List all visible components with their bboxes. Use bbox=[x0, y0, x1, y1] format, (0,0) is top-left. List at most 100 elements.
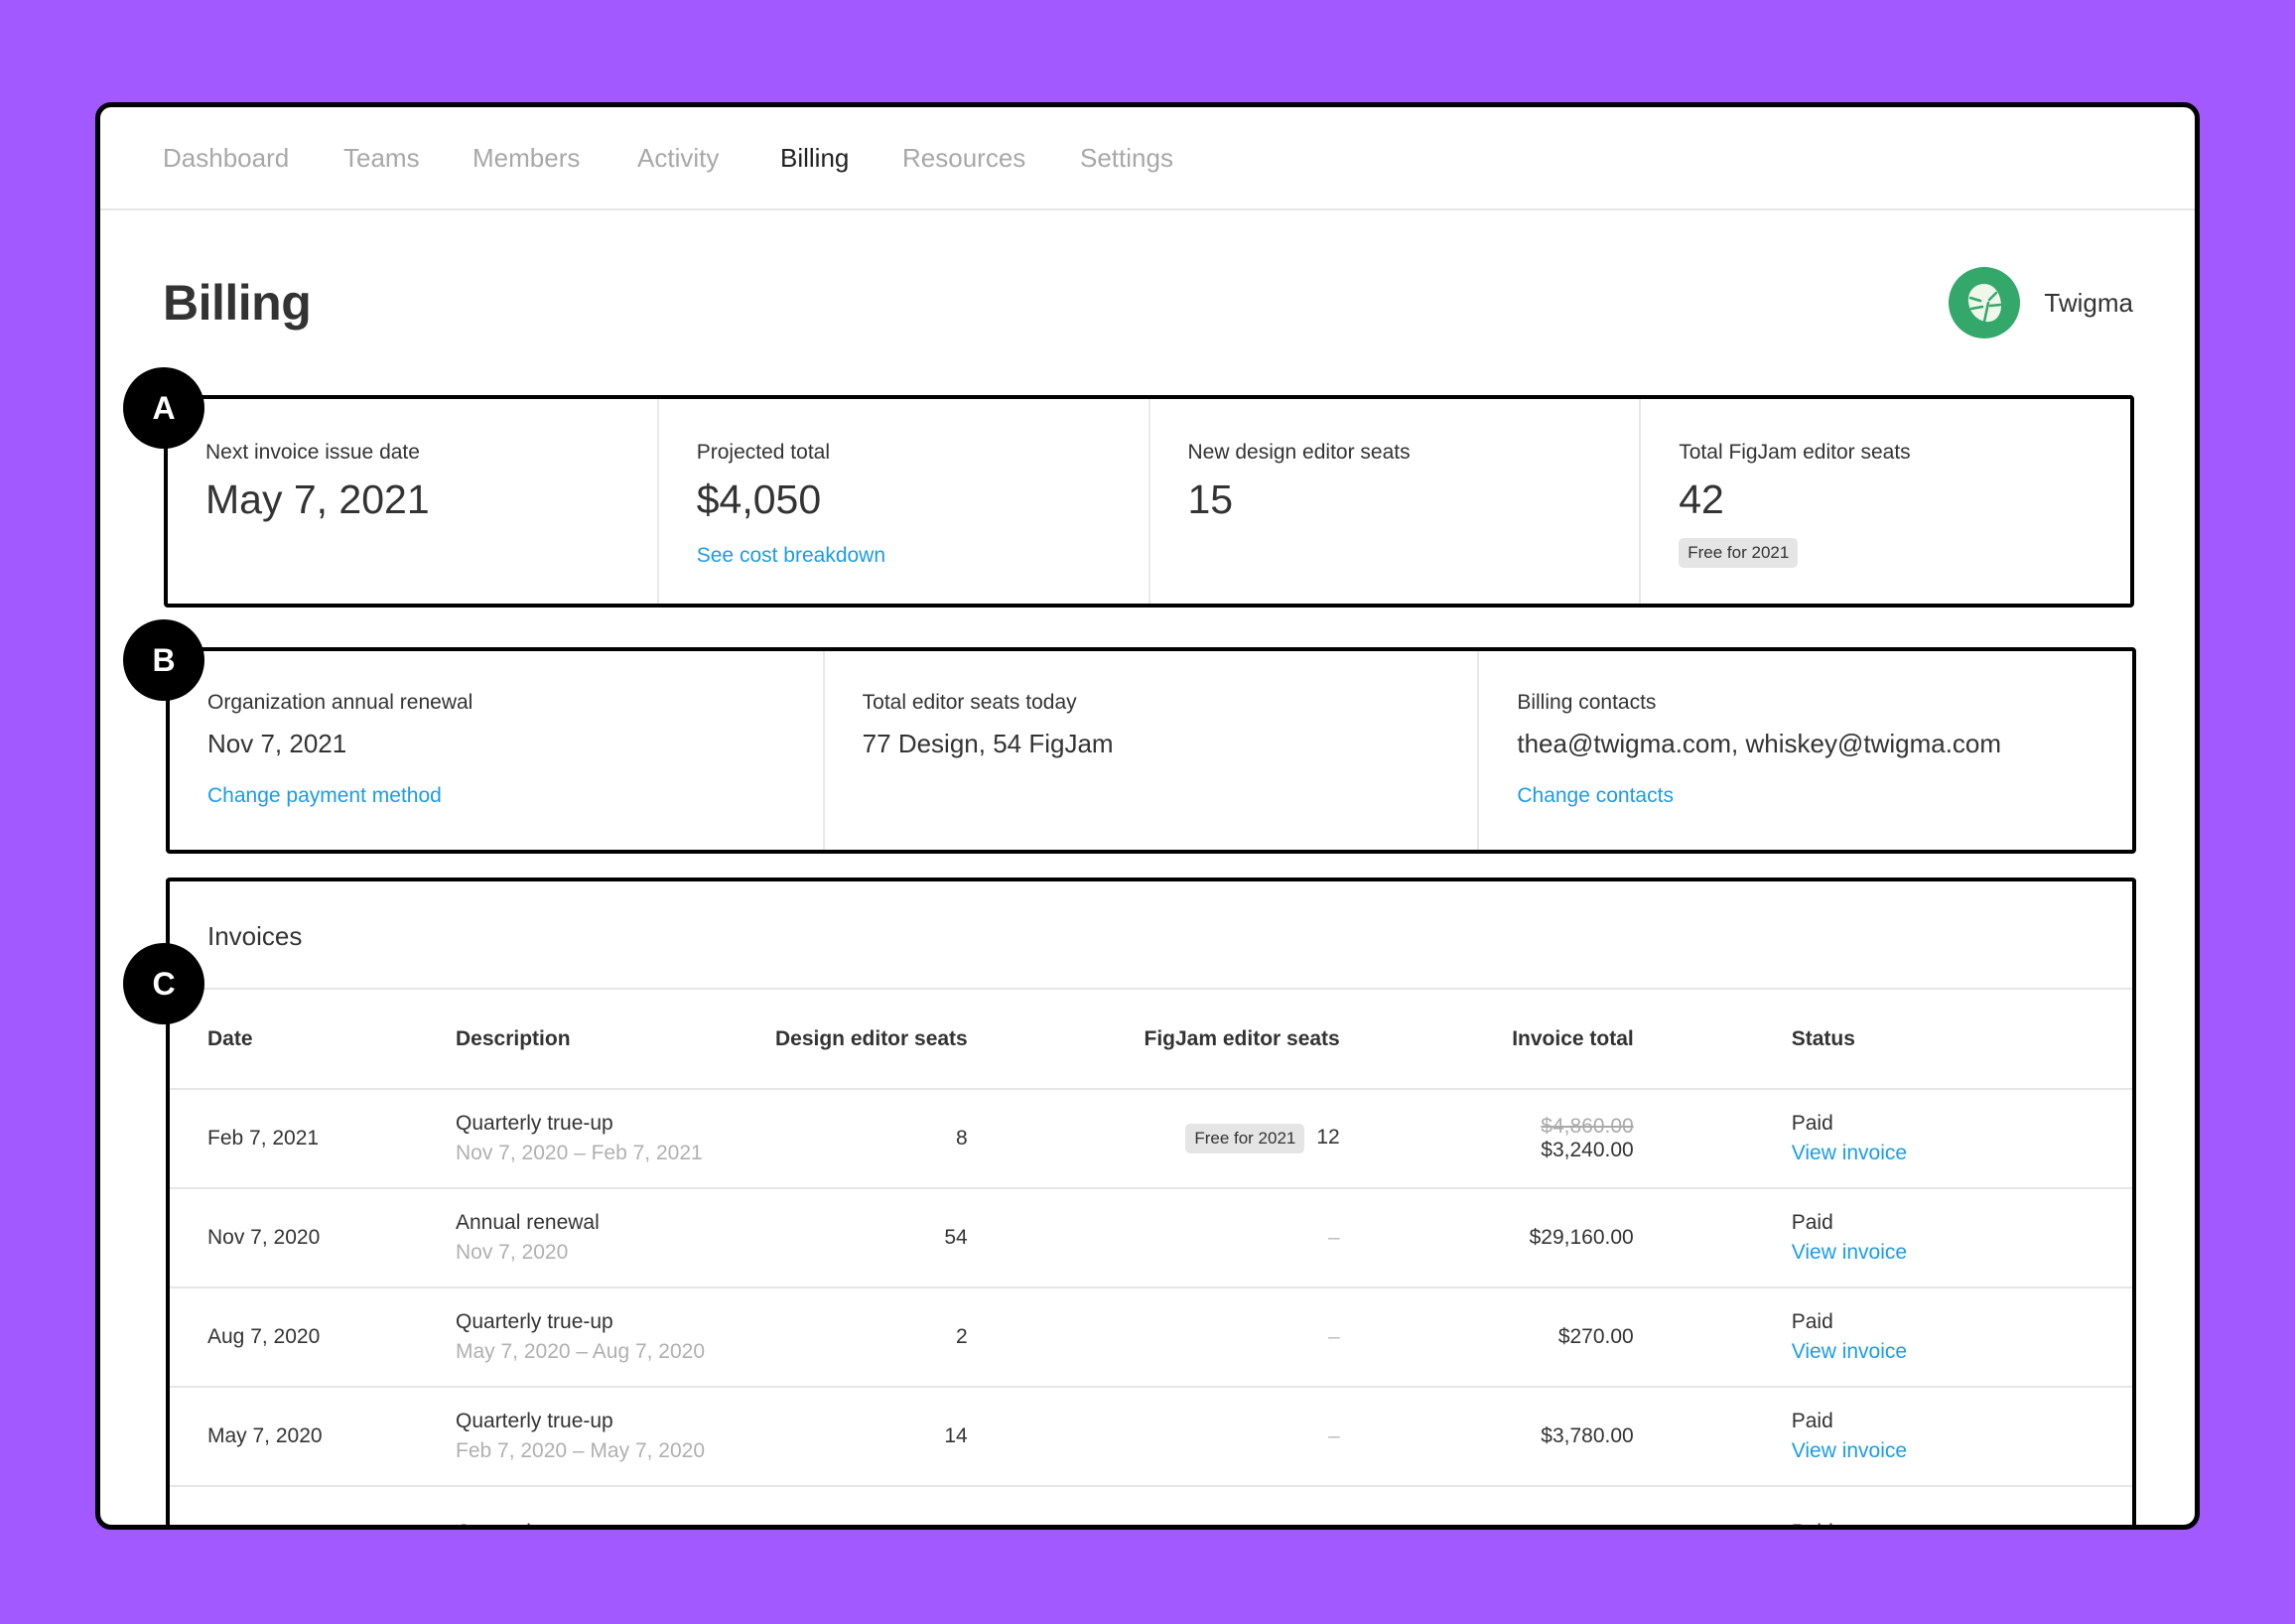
cell-figjam-seats: – bbox=[968, 1386, 1341, 1486]
cell-invoice-total: $4,860.00 $3,240.00 bbox=[1340, 1088, 1635, 1188]
nav-billing[interactable]: Billing bbox=[780, 143, 849, 174]
cell-design-seats: 2 bbox=[774, 1286, 969, 1387]
org-switcher[interactable]: Twigma bbox=[1949, 266, 2133, 339]
cell-date: Aug 7, 2020 bbox=[170, 1286, 455, 1387]
billing-summary-card: Next invoice issue date May 7, 2021 Proj… bbox=[164, 395, 2134, 608]
cell-invoice-total: $29,160.00 bbox=[1340, 1187, 1635, 1287]
nav-resources[interactable]: Resources bbox=[902, 143, 1025, 174]
figjam-seats-stat: Total FigJam editor seats 42 Free for 20… bbox=[1641, 399, 2130, 604]
seats-today-detail: Total editor seats today 77 Design, 54 F… bbox=[825, 651, 1480, 850]
new-design-seats-stat: New design editor seats 15 bbox=[1150, 399, 1642, 604]
view-invoice-link[interactable]: View invoice bbox=[1792, 1241, 2131, 1265]
stat-value: $4,050 bbox=[696, 476, 822, 522]
cell-status: Paid View invoice bbox=[1634, 1386, 2132, 1486]
detail-value: 77 Design, 54 FigJam bbox=[862, 729, 1114, 758]
status-text: Paid bbox=[1792, 1521, 1833, 1525]
cell-design-seats: 14 bbox=[774, 1386, 969, 1486]
table-row: May 7, 2020 Quarterly true-up Feb 7, 2020… bbox=[170, 1386, 2132, 1486]
nav-dashboard[interactable]: Dashboard bbox=[163, 143, 289, 174]
badge-wrap: Free for 2021 bbox=[1679, 538, 1799, 568]
view-invoice-link[interactable]: View invoice bbox=[1792, 1340, 2131, 1364]
org-name: Twigma bbox=[2044, 287, 2133, 318]
table-row: Feb 7, 2020 Quarterly true-up 5 – $2,050… bbox=[170, 1485, 2132, 1525]
nav-settings[interactable]: Settings bbox=[1080, 143, 1173, 174]
total-value: $3,240.00 bbox=[1541, 1139, 1634, 1161]
annotation-badge-a: A bbox=[123, 367, 204, 449]
monstera-leaf-icon bbox=[1968, 284, 2002, 324]
org-avatar bbox=[1949, 267, 2021, 338]
cell-design-seats: 8 bbox=[774, 1088, 969, 1188]
billing-details-card: Organization annual renewal Nov 7, 2021 … bbox=[166, 647, 2136, 854]
cell-status: Paid View invoice bbox=[1634, 1088, 2132, 1188]
billing-contacts-detail: Billing contacts thea@twigma.com, whiske… bbox=[1479, 651, 2132, 850]
change-contacts-link[interactable]: Change contacts bbox=[1517, 784, 1674, 808]
renewal-detail: Organization annual renewal Nov 7, 2021 … bbox=[170, 651, 825, 850]
col-header-figjam-seats[interactable]: FigJam editor seats bbox=[968, 990, 1341, 1090]
stat-label: Projected total bbox=[696, 441, 830, 464]
cell-description: Quarterly true-up May 7, 2020 – Aug 7, 20… bbox=[455, 1286, 774, 1387]
cell-date: May 7, 2020 bbox=[170, 1386, 455, 1486]
free-badge: Free for 2021 bbox=[1185, 1124, 1305, 1153]
nav-teams[interactable]: Teams bbox=[343, 143, 420, 174]
nav-activity[interactable]: Activity bbox=[637, 143, 719, 174]
status-text: Paid bbox=[1791, 1211, 1833, 1234]
figjam-seats-value: 12 bbox=[1316, 1126, 1340, 1149]
description-text: Quarterly true-up bbox=[456, 1310, 613, 1333]
view-invoice-link[interactable]: View invoice bbox=[1792, 1142, 2131, 1165]
col-header-status[interactable]: Status bbox=[1634, 990, 2132, 1090]
nav-members[interactable]: Members bbox=[472, 143, 580, 174]
invoices-title: Invoices bbox=[207, 921, 303, 951]
stat-value: 42 bbox=[1679, 476, 1724, 522]
detail-label: Organization annual renewal bbox=[207, 691, 473, 714]
cell-status: Paid bbox=[1634, 1485, 2132, 1525]
cell-description: Quarterly true-up Nov 7, 2020 – Feb 7, 20… bbox=[455, 1088, 774, 1188]
stat-label: New design editor seats bbox=[1187, 441, 1411, 464]
cell-description: Quarterly true-up bbox=[455, 1485, 774, 1525]
col-header-description[interactable]: Description bbox=[455, 990, 774, 1090]
page-title: Billing bbox=[163, 275, 312, 331]
table-row: Nov 7, 2020 Annual renewal Nov 7, 2020 54… bbox=[170, 1187, 2132, 1287]
detail-label: Billing contacts bbox=[1517, 691, 1657, 714]
cell-date: Feb 7, 2020 bbox=[170, 1485, 455, 1525]
description-text: Annual renewal bbox=[456, 1211, 600, 1234]
cell-invoice-total: $3,780.00 bbox=[1340, 1386, 1635, 1486]
period-text: Feb 7, 2020 – May 7, 2020 bbox=[456, 1439, 706, 1462]
stat-label: Next invoice issue date bbox=[205, 441, 420, 464]
free-badge: Free for 2021 bbox=[1679, 538, 1799, 568]
cell-status: Paid View invoice bbox=[1634, 1187, 2132, 1287]
period-text: May 7, 2020 – Aug 7, 2020 bbox=[456, 1340, 706, 1363]
annotation-badge-c: C bbox=[123, 943, 204, 1024]
cell-invoice-total: $270.00 bbox=[1340, 1286, 1635, 1387]
next-invoice-stat: Next invoice issue date May 7, 2021 bbox=[168, 399, 659, 604]
period-text: Nov 7, 2020 – Feb 7, 2021 bbox=[456, 1142, 703, 1164]
cell-description: Annual renewal Nov 7, 2020 bbox=[455, 1187, 774, 1287]
col-header-date[interactable]: Date bbox=[170, 990, 455, 1090]
see-cost-breakdown-link[interactable]: See cost breakdown bbox=[697, 544, 885, 568]
table-row: Feb 7, 2021 Quarterly true-up Nov 7, 2020… bbox=[170, 1088, 2132, 1188]
description-text: Quarterly true-up bbox=[456, 1112, 613, 1135]
invoices-table: Date Description Design editor seats Fig… bbox=[170, 990, 2132, 1525]
invoices-card: Invoices Date Description Design editor … bbox=[166, 878, 2136, 1525]
cell-description: Quarterly true-up Feb 7, 2020 – May 7, 20… bbox=[455, 1386, 774, 1486]
cell-figjam-seats: Free for 2021 12 bbox=[968, 1088, 1341, 1188]
col-header-invoice-total[interactable]: Invoice total bbox=[1340, 990, 1635, 1090]
cell-figjam-seats: – bbox=[968, 1485, 1341, 1525]
col-header-design-seats[interactable]: Design editor seats bbox=[774, 990, 969, 1090]
detail-value: thea@twigma.com, whiskey@twigma.com bbox=[1517, 729, 2002, 758]
detail-value: Nov 7, 2021 bbox=[207, 729, 347, 758]
cell-date: Nov 7, 2020 bbox=[170, 1187, 455, 1287]
cell-figjam-seats: – bbox=[968, 1187, 1341, 1287]
projected-total-stat: Projected total $4,050 See cost breakdow… bbox=[659, 399, 1150, 604]
status-text: Paid bbox=[1791, 1410, 1833, 1432]
original-total: $4,860.00 bbox=[1541, 1115, 1634, 1138]
cell-invoice-total: $2,050.00 bbox=[1340, 1485, 1635, 1525]
description-text: Quarterly true-up bbox=[456, 1521, 613, 1525]
detail-label: Total editor seats today bbox=[862, 691, 1077, 714]
cell-figjam-seats: – bbox=[968, 1286, 1341, 1387]
table-row: Aug 7, 2020 Quarterly true-up May 7, 2020… bbox=[170, 1286, 2132, 1387]
annotation-badge-b: B bbox=[123, 619, 204, 701]
cell-date: Feb 7, 2021 bbox=[170, 1088, 455, 1188]
view-invoice-link[interactable]: View invoice bbox=[1792, 1439, 2131, 1463]
cell-design-seats: 54 bbox=[774, 1187, 969, 1287]
change-payment-method-link[interactable]: Change payment method bbox=[207, 784, 442, 808]
